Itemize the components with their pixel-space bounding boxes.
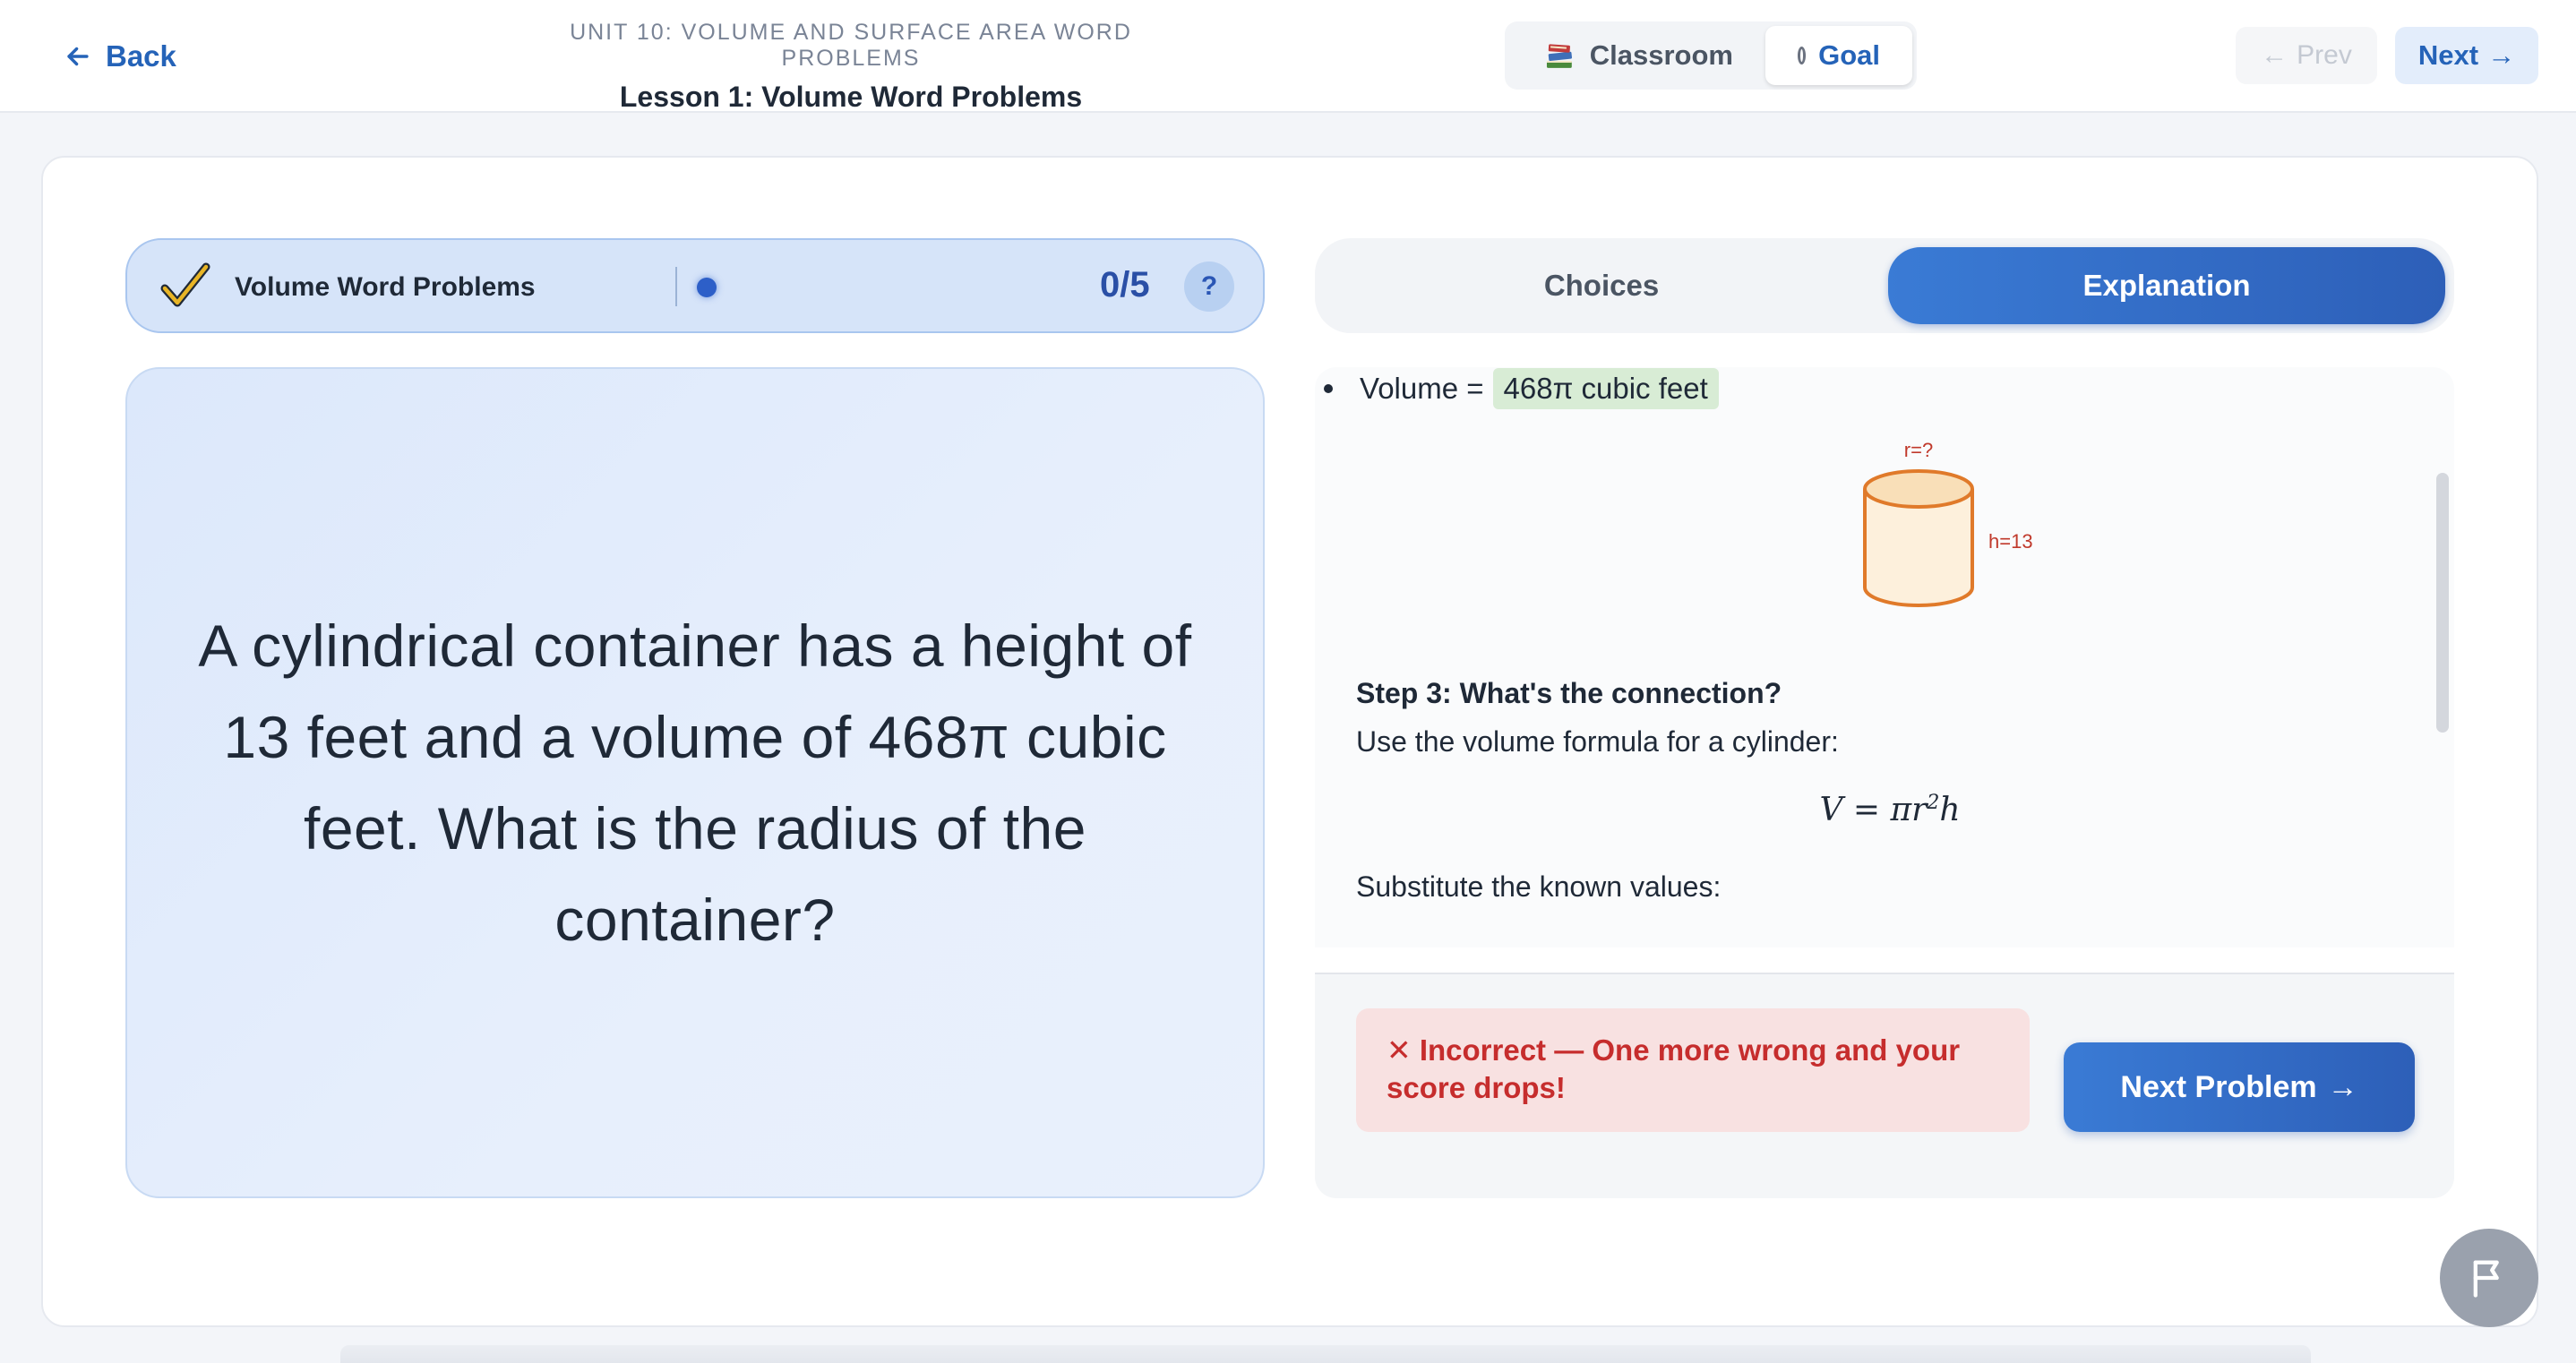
circle-icon bbox=[1798, 47, 1807, 64]
skill-label: Volume Word Problems bbox=[235, 272, 536, 302]
score-counter: 0/5 bbox=[1100, 265, 1150, 304]
goal-label: Goal bbox=[1818, 39, 1880, 71]
volume-formula: V = πr2h bbox=[1315, 792, 2454, 828]
next-label: Next bbox=[2417, 39, 2479, 71]
prev-button[interactable]: ← Prev bbox=[2236, 27, 2377, 84]
classroom-label: Classroom bbox=[1589, 39, 1733, 71]
highlighted-value: 468π cubic feet bbox=[1492, 368, 1719, 409]
explanation-panel: Volume = 468π cubic feet r=? h=13 Step 3… bbox=[1315, 367, 2454, 947]
bullet-dot bbox=[1324, 384, 1333, 393]
incorrect-message-line2: score drops! bbox=[1387, 1071, 1566, 1104]
bullet-prefix: Volume = bbox=[1360, 372, 1484, 405]
bottom-edge bbox=[340, 1345, 2311, 1363]
tab-explanation[interactable]: Explanation bbox=[1888, 247, 2445, 324]
height-label: h=13 bbox=[1988, 530, 2033, 553]
goal-mode-button[interactable]: Goal bbox=[1765, 26, 1912, 85]
substitute-text: Substitute the known values: bbox=[1356, 870, 1722, 903]
explanation-scrollbar[interactable] bbox=[2436, 473, 2449, 733]
checkmark-icon bbox=[160, 262, 210, 307]
incorrect-message-line1: ✕ Incorrect — One more wrong and your bbox=[1387, 1033, 1961, 1067]
formula-lhs: V bbox=[1819, 792, 1843, 828]
incorrect-alert: ✕ Incorrect — One more wrong and your sc… bbox=[1356, 1008, 2030, 1132]
flag-icon bbox=[2473, 1260, 2499, 1298]
mode-toggle: Classroom Goal bbox=[1505, 21, 1917, 90]
formula-exponent: 2 bbox=[1927, 792, 1940, 814]
next-button[interactable]: Next → bbox=[2395, 27, 2538, 84]
back-button[interactable]: Back bbox=[63, 36, 176, 77]
formula-rhs: = πr bbox=[1852, 792, 1928, 828]
progress-pill: Volume Word Problems 0/5 ? bbox=[125, 238, 1265, 333]
unit-title: UNIT 10: VOLUME AND SURFACE AREA WORD PR… bbox=[570, 20, 1132, 71]
feedback-panel: ✕ Incorrect — One more wrong and your sc… bbox=[1315, 973, 2454, 1198]
progress-dot bbox=[697, 278, 717, 297]
divider bbox=[675, 267, 677, 306]
help-button[interactable]: ? bbox=[1184, 261, 1234, 312]
formula-tail: h bbox=[1939, 792, 1961, 828]
step-text: Use the volume formula for a cylinder: bbox=[1356, 725, 1839, 758]
report-flag-button[interactable] bbox=[2440, 1229, 2538, 1327]
arrow-left-icon: ← bbox=[2261, 40, 2288, 70]
arrow-left-icon bbox=[67, 47, 89, 66]
arrow-right-icon: → bbox=[2487, 39, 2516, 71]
answer-tabs: Choices Explanation bbox=[1315, 238, 2454, 333]
classroom-mode-button[interactable]: Classroom bbox=[1509, 26, 1765, 85]
question-card: A cylindrical container has a height of … bbox=[125, 367, 1265, 1198]
radius-label: r=? bbox=[1904, 439, 1933, 461]
top-bar: Back UNIT 10: VOLUME AND SURFACE AREA WO… bbox=[0, 0, 2576, 113]
step-title: Step 3: What's the connection? bbox=[1356, 677, 1782, 709]
volume-bullet: Volume = 468π cubic feet bbox=[1324, 367, 1719, 410]
next-problem-label: Next Problem bbox=[2120, 1069, 2317, 1104]
cylinder-top bbox=[1863, 469, 1974, 509]
question-text: A cylindrical container has a height of … bbox=[198, 613, 1192, 953]
books-icon bbox=[1546, 44, 1572, 68]
arrow-right-icon: → bbox=[2327, 1069, 2358, 1104]
next-problem-button[interactable]: Next Problem → bbox=[2064, 1042, 2415, 1132]
tab-choices[interactable]: Choices bbox=[1324, 247, 1879, 324]
lesson-title: Lesson 1: Volume Word Problems bbox=[619, 81, 1083, 113]
prev-label: Prev bbox=[2297, 40, 2352, 70]
cylinder-diagram: r=? h=13 bbox=[1863, 439, 2033, 607]
back-label: Back bbox=[106, 39, 176, 73]
breadcrumb: UNIT 10: VOLUME AND SURFACE AREA WORD PR… bbox=[502, 20, 1200, 114]
